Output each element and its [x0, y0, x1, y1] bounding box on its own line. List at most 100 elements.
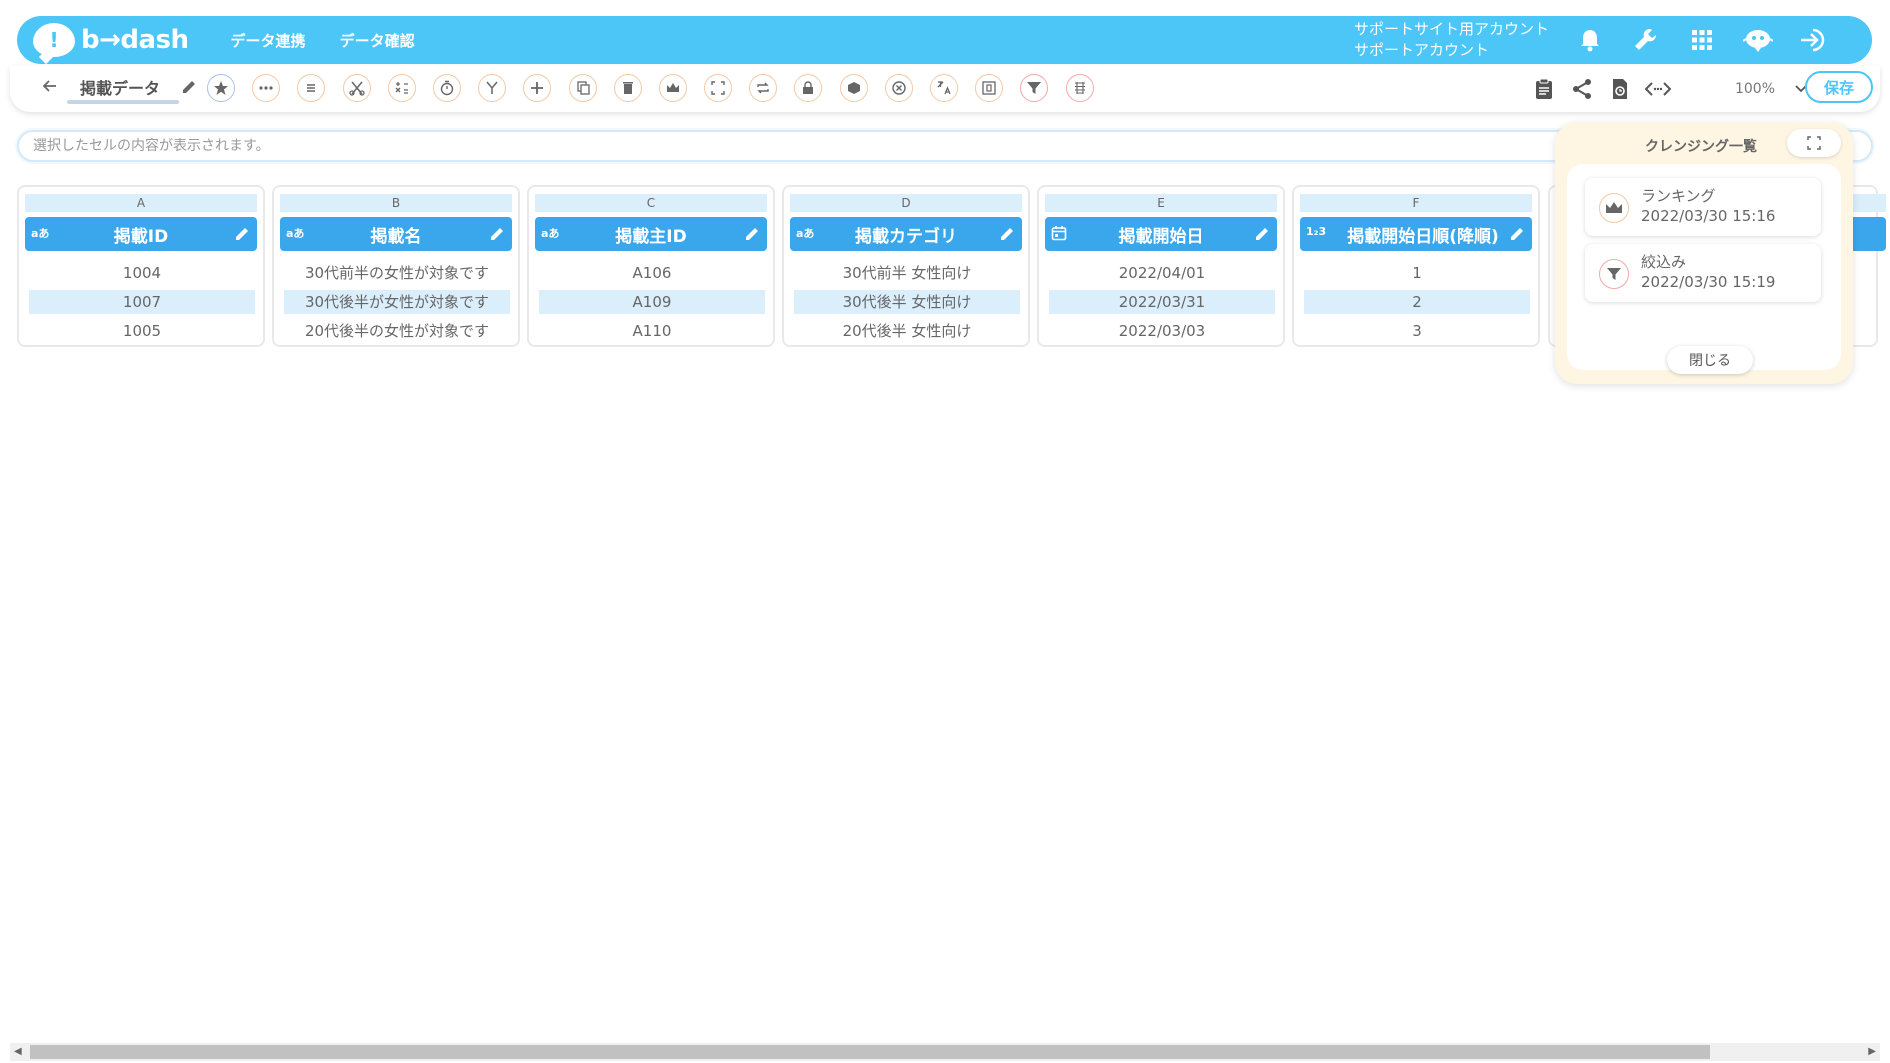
- account-info[interactable]: サポートサイト用アカウント サポートアカウント: [1354, 19, 1549, 61]
- table-cell[interactable]: 30代前半 女性向け: [794, 261, 1020, 285]
- app-logo[interactable]: ! b→dash: [33, 16, 189, 64]
- logo-text: b→dash: [81, 25, 189, 55]
- calculate-tool-icon[interactable]: [387, 74, 416, 102]
- cleansing-history-list: ランキング 2022/03/30 15:16 絞込み 2022/03/30 15…: [1567, 164, 1841, 374]
- add-column-tool-icon[interactable]: [523, 74, 552, 102]
- table-cell[interactable]: 1: [1304, 261, 1530, 285]
- number-type-icon: 1₂3: [1306, 225, 1327, 238]
- lock-tool-icon[interactable]: [794, 74, 823, 102]
- logout-icon[interactable]: [1786, 16, 1842, 64]
- column-letter[interactable]: A: [25, 194, 257, 212]
- table-cell[interactable]: 20代後半 女性向け: [794, 319, 1020, 343]
- table-cell[interactable]: A109: [539, 290, 765, 314]
- translate-tool-icon[interactable]: [930, 74, 958, 102]
- column-header[interactable]: aあ 掲載主ID: [535, 217, 767, 251]
- table-cell[interactable]: 3: [1304, 319, 1530, 343]
- column-letter[interactable]: B: [280, 194, 512, 212]
- delete-tool-icon[interactable]: [613, 74, 642, 102]
- table-cell[interactable]: A110: [539, 319, 765, 343]
- list-tool-icon[interactable]: [297, 74, 326, 102]
- edit-pencil-icon[interactable]: [488, 225, 506, 243]
- repeat-tool-icon[interactable]: [749, 74, 778, 102]
- table-cell[interactable]: 2022/03/03: [1049, 319, 1275, 343]
- edit-pencil-icon[interactable]: [233, 225, 251, 243]
- table-cell[interactable]: 1005: [29, 319, 255, 343]
- table-cell[interactable]: 1004: [29, 261, 255, 285]
- column-letter[interactable]: D: [790, 194, 1022, 212]
- scroll-right-arrow-icon[interactable]: ▶: [1868, 1046, 1876, 1057]
- table-cell[interactable]: 2: [1304, 290, 1530, 314]
- sheet-name[interactable]: 掲載データ: [80, 75, 160, 99]
- column-b: B aあ 掲載名 30代前半の女性が対象です 30代後半が女性が対象です 20代…: [272, 185, 520, 347]
- table-cell[interactable]: 1007: [29, 290, 255, 314]
- scroll-left-arrow-icon[interactable]: ◀: [14, 1046, 22, 1057]
- column-header[interactable]: 掲載開始日: [1045, 217, 1277, 251]
- more-tool-icon[interactable]: [252, 74, 281, 102]
- table-cell[interactable]: 2022/03/31: [1049, 290, 1275, 314]
- bot-icon[interactable]: [1730, 16, 1786, 64]
- nav-data-integration[interactable]: データ連携: [231, 30, 306, 51]
- close-panel-button[interactable]: 閉じる: [1667, 346, 1753, 374]
- edit-pencil-icon[interactable]: [998, 225, 1016, 243]
- wrench-icon[interactable]: [1618, 16, 1674, 64]
- timer-tool-icon[interactable]: [432, 74, 461, 102]
- column-a: A aあ 掲載ID 1004 1007 1005: [17, 185, 265, 347]
- history-file-icon[interactable]: [1601, 75, 1639, 103]
- cut-tool-icon[interactable]: [342, 74, 371, 102]
- panel-title: クレンジング一覧: [1645, 139, 1757, 155]
- edit-pencil-icon[interactable]: [1508, 225, 1526, 243]
- history-item-name: ランキング: [1641, 187, 1716, 205]
- column-header[interactable]: aあ 掲載ID: [25, 217, 257, 251]
- column-letter[interactable]: F: [1300, 194, 1532, 212]
- history-item-time: 2022/03/30 15:16: [1641, 207, 1776, 225]
- close-circle-tool-icon[interactable]: [884, 74, 913, 102]
- table-cell[interactable]: 30代後半 女性向け: [794, 290, 1020, 314]
- cleansing-list-panel: クレンジング一覧 ランキング 2022/03/30 15:16 絞込み 2022…: [1555, 122, 1853, 384]
- table-cell[interactable]: 30代後半が女性が対象です: [284, 290, 510, 314]
- fullscreen-tool-icon[interactable]: [704, 74, 733, 102]
- column-letter[interactable]: E: [1045, 194, 1277, 212]
- filter-tool-icon[interactable]: [1020, 74, 1049, 102]
- zoom-select[interactable]: 100%: [1695, 74, 1807, 104]
- zoom-value: 100%: [1734, 81, 1775, 97]
- back-arrow-icon[interactable]: [38, 74, 62, 98]
- column-header[interactable]: 1₂3 掲載開始日順(降順): [1300, 217, 1532, 251]
- scrollbar-thumb[interactable]: [30, 1045, 1710, 1059]
- edit-pencil-icon[interactable]: [743, 225, 761, 243]
- text-type-icon: aあ: [541, 227, 560, 240]
- star-tool-icon[interactable]: [207, 74, 235, 102]
- code-icon[interactable]: [1639, 75, 1677, 103]
- nav-data-check[interactable]: データ確認: [340, 30, 415, 51]
- table-cell[interactable]: 30代前半の女性が対象です: [284, 261, 510, 285]
- cleansing-tools: [207, 74, 1111, 102]
- column-header[interactable]: aあ 掲載カテゴリ: [790, 217, 1022, 251]
- edit-pencil-icon[interactable]: [1253, 225, 1271, 243]
- column-header-label: 掲載開始日: [1118, 226, 1204, 247]
- clipboard-icon[interactable]: [1525, 75, 1563, 103]
- pattern-tool-icon[interactable]: [1065, 74, 1094, 102]
- share-icon[interactable]: [1563, 75, 1601, 103]
- logo-bubble-icon: !: [33, 23, 75, 57]
- history-item[interactable]: 絞込み 2022/03/30 15:19: [1585, 244, 1821, 302]
- column-header[interactable]: aあ 掲載名: [280, 217, 512, 251]
- column-letter[interactable]: C: [535, 194, 767, 212]
- column-header-label: 掲載ID: [113, 226, 169, 247]
- top-nav-bar: ! b→dash データ連携 データ確認 サポートサイト用アカウント サポートア…: [17, 16, 1872, 64]
- branch-tool-icon[interactable]: [478, 74, 507, 102]
- copy-tool-icon[interactable]: [568, 74, 597, 102]
- ranking-crown-icon[interactable]: [658, 74, 687, 102]
- history-item[interactable]: ランキング 2022/03/30 15:16: [1585, 178, 1821, 236]
- table-cell[interactable]: A106: [539, 261, 765, 285]
- horizontal-scrollbar[interactable]: ◀ ▶: [10, 1043, 1880, 1061]
- box-tool-icon[interactable]: [839, 74, 868, 102]
- expand-panel-button[interactable]: [1787, 129, 1841, 157]
- table-cell[interactable]: 20代後半の女性が対象です: [284, 319, 510, 343]
- rename-pencil-icon[interactable]: [180, 78, 198, 96]
- frame-tool-icon[interactable]: [975, 74, 1004, 102]
- apps-grid-icon[interactable]: [1674, 16, 1730, 64]
- save-button[interactable]: 保存: [1805, 71, 1873, 103]
- column-d: D aあ 掲載カテゴリ 30代前半 女性向け 30代後半 女性向け 20代後半 …: [782, 185, 1030, 347]
- bell-icon[interactable]: [1562, 16, 1618, 64]
- table-cell[interactable]: 2022/04/01: [1049, 261, 1275, 285]
- column-header-label: 掲載名: [370, 226, 422, 247]
